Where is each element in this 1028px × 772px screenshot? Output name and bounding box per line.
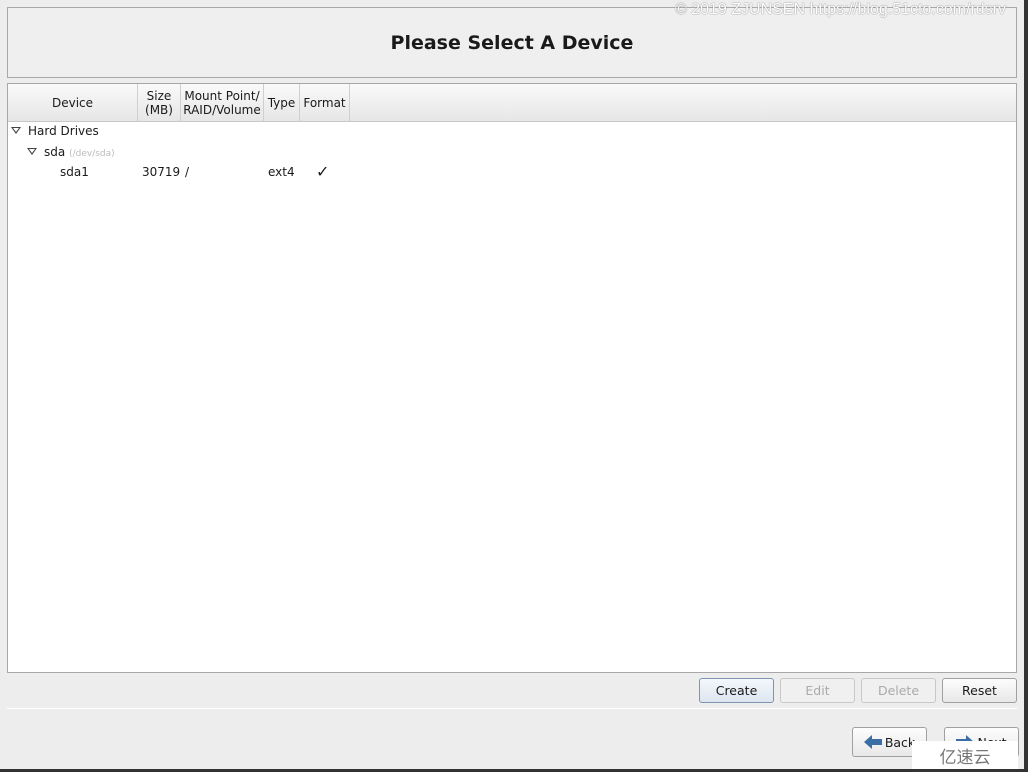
column-header: Device Size (MB) Mount Point/ RAID/Volum… — [8, 84, 1016, 122]
edit-button[interactable]: Edit — [780, 678, 855, 703]
group-label: Hard Drives — [28, 124, 99, 138]
col-mount[interactable]: Mount Point/ RAID/Volume — [181, 84, 264, 121]
partition-type: ext4 — [268, 165, 295, 179]
create-button[interactable]: Create — [699, 678, 774, 703]
expander-icon[interactable] — [11, 127, 21, 135]
logo-text: 亿速云 — [939, 747, 991, 768]
device-tree[interactable]: Device Size (MB) Mount Point/ RAID/Volum… — [7, 83, 1017, 673]
col-device[interactable]: Device — [8, 84, 138, 121]
page-title: Please Select A Device — [390, 31, 634, 54]
edit-label: Edit — [805, 683, 830, 698]
disk-path: (/dev/sda) — [69, 149, 115, 159]
partition-name: sda1 — [60, 165, 89, 179]
reset-label: Reset — [962, 683, 997, 698]
tree-row-sda1[interactable]: sda1 30719 / ext4 ✓ — [8, 163, 1016, 181]
back-arrow-icon — [863, 735, 882, 749]
reset-button[interactable]: Reset — [942, 678, 1017, 703]
col-type[interactable]: Type — [264, 84, 300, 121]
tree-row-hard-drives[interactable]: Hard Drives — [11, 122, 99, 140]
partition-size: 30719 — [142, 165, 181, 179]
delete-label: Delete — [877, 683, 920, 698]
tree-row-sda[interactable]: sda (/dev/sda) — [27, 143, 115, 161]
watermark-logo: 亿速云 — [912, 741, 1018, 769]
partition-mount: / — [185, 165, 190, 179]
create-label: Create — [715, 683, 758, 698]
expander-icon[interactable] — [27, 148, 37, 156]
disk-name: sda — [44, 145, 66, 159]
delete-button[interactable]: Delete — [861, 678, 936, 703]
back-label: Back — [884, 734, 916, 750]
col-format[interactable]: Format — [300, 84, 350, 121]
divider — [7, 708, 1017, 709]
col-size[interactable]: Size (MB) — [138, 84, 181, 121]
watermark: © 2019 ZJUNSEN https://blog.51cto.com/rd… — [674, 1, 1006, 18]
format-check-icon: ✓ — [316, 162, 330, 181]
